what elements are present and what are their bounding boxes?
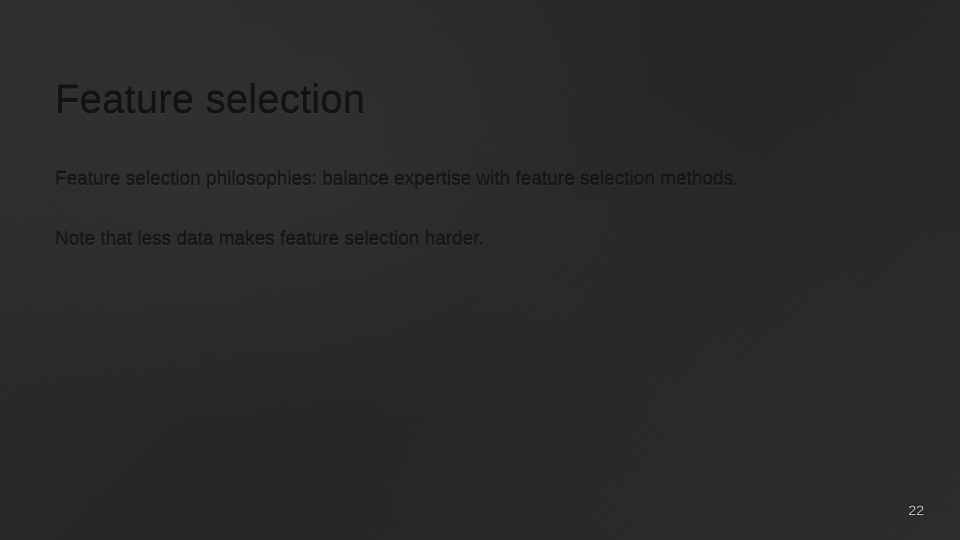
page-number: 22 xyxy=(908,502,924,518)
slide-paragraph-2: Note that less data makes feature select… xyxy=(55,227,905,253)
slide-container: Feature selection Feature selection phil… xyxy=(0,0,960,540)
slide-paragraph-1: Feature selection philosophies: balance … xyxy=(55,167,905,193)
slide-title: Feature selection xyxy=(55,78,905,123)
